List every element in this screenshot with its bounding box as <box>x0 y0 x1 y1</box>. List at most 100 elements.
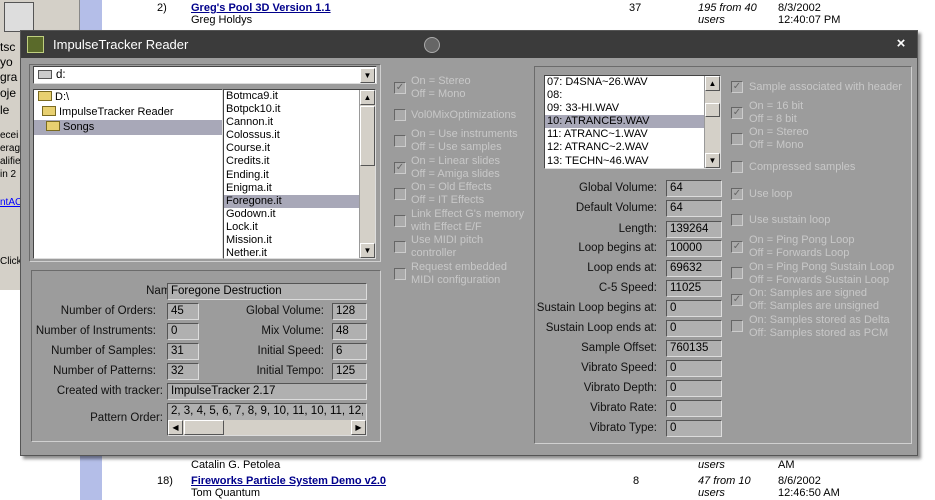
sample-global-volume-value: 64 <box>666 180 722 197</box>
sample-flag-checkbox[interactable] <box>731 320 743 332</box>
sample-flag-checkbox[interactable] <box>731 133 743 145</box>
app-icon <box>27 36 44 53</box>
sample-item[interactable]: 11: ATRANC~1.WAV <box>545 128 720 141</box>
scroll-down-icon[interactable]: ▼ <box>705 153 720 168</box>
row-title-link[interactable]: Fireworks Particle System Demo v2.0 <box>191 475 386 487</box>
file-item[interactable]: Course.it <box>224 142 375 155</box>
song-info-pane: Name: Foregone Destruction Number of Ord… <box>31 270 381 442</box>
row-votes: 195 from 40 <box>698 2 757 14</box>
pattern-order-hscroll[interactable]: ◀ ▶ <box>168 420 366 435</box>
loop-begin-label: Loop begins at: <box>578 242 657 254</box>
scroll-left-icon[interactable]: ◀ <box>168 420 183 435</box>
file-item[interactable]: Nether.it <box>224 247 375 258</box>
sample-item[interactable]: 07: D4SNA~26.WAV <box>545 76 720 89</box>
sample-flag-checkbox[interactable] <box>731 161 743 173</box>
flag-off-label: Off = IT Effects <box>411 194 485 206</box>
file-item[interactable]: Colossus.it <box>224 129 375 142</box>
flag-off-label: Off = Use samples <box>411 141 502 153</box>
sample-flag-checkbox[interactable]: ✓ <box>731 107 743 119</box>
pattern-order-label: Pattern Order: <box>90 412 163 424</box>
file-item[interactable]: Ending.it <box>224 169 375 182</box>
flag-checkbox[interactable] <box>394 215 406 227</box>
flag-checkbox[interactable] <box>394 135 406 147</box>
folder-item-selected[interactable]: Songs <box>34 120 222 135</box>
song-name-value: Foregone Destruction <box>167 283 367 300</box>
sample-flag-off-label: Off = 8 bit <box>749 113 797 125</box>
folder-item[interactable]: ImpulseTracker Reader <box>34 105 222 120</box>
global-volume-label: Global Volume: <box>246 305 324 317</box>
file-item[interactable]: Botmca9.it <box>224 90 375 103</box>
row-time: 12:40:07 PM <box>778 14 841 26</box>
file-item[interactable]: Botpck10.it <box>224 103 375 116</box>
row-time: 12:46:50 AM <box>778 487 840 499</box>
flag-checkbox[interactable]: ✓ <box>394 82 406 94</box>
vibrato-type-label: Vibrato Type: <box>589 422 657 434</box>
scroll-down-icon[interactable]: ▼ <box>360 243 375 258</box>
scroll-thumb[interactable] <box>184 420 224 435</box>
file-item-selected[interactable]: Foregone.it <box>224 194 375 208</box>
flag-checkbox[interactable]: ✓ <box>394 162 406 174</box>
sample-item[interactable]: 08: <box>545 89 720 102</box>
folder-item[interactable]: D:\ <box>34 90 222 105</box>
file-item[interactable]: Lock.it <box>224 221 375 234</box>
sample-item[interactable]: 13: TECHN~46.WAV <box>545 155 720 168</box>
flag-checkbox[interactable] <box>394 109 406 121</box>
loop-begin-value: 10000 <box>666 240 722 257</box>
scroll-thumb[interactable] <box>705 103 720 117</box>
row-author: Greg Holdys <box>191 14 253 26</box>
flag-checkbox[interactable] <box>394 188 406 200</box>
file-item[interactable]: Credits.it <box>224 155 375 168</box>
flag-off-label: controller <box>411 247 457 259</box>
instruments-value: 0 <box>167 323 199 340</box>
flag-on-label: Use MIDI pitch <box>411 234 484 246</box>
flag-on-label: On = Stereo <box>411 75 471 87</box>
pattern-order-box: 2, 3, 4, 5, 6, 7, 8, 9, 10, 11, 10, 11, … <box>167 403 367 436</box>
scroll-up-icon[interactable]: ▲ <box>360 90 375 105</box>
close-button[interactable]: × <box>893 36 909 52</box>
skin-knob-icon[interactable] <box>424 37 440 53</box>
sample-item[interactable]: 09: 33-HI.WAV <box>545 102 720 115</box>
file-list-scrollbar[interactable]: ▲ ▼ <box>359 90 375 258</box>
file-item[interactable]: Cannon.it <box>224 116 375 129</box>
file-item[interactable]: Mission.it <box>224 234 375 247</box>
sample-item-selected[interactable]: 10: ATRANCE9.WAV <box>545 115 720 129</box>
file-list: Botmca9.it Botpck10.it Cannon.it Colossu… <box>223 89 376 259</box>
flag-on-label: Link Effect G's memory <box>411 208 525 220</box>
sample-flag-off-label: Off = Forwards Sustain Loop <box>749 274 890 286</box>
sample-flag-off-label: Off: Samples stored as PCM <box>749 327 889 339</box>
flag-off-label: Off = Mono <box>411 88 466 100</box>
sample-list: 07: D4SNA~26.WAV 08: 09: 33-HI.WAV 10: A… <box>544 75 721 169</box>
chevron-down-icon[interactable]: ▼ <box>360 68 375 83</box>
scroll-right-icon[interactable]: ▶ <box>351 420 366 435</box>
sample-offset-value: 760135 <box>666 340 722 357</box>
file-item[interactable]: Enigma.it <box>224 182 375 195</box>
folder-label: Songs <box>63 121 95 133</box>
length-value: 139264 <box>666 221 722 238</box>
initial-speed-label: Initial Speed: <box>257 345 325 357</box>
sample-flag-checkbox[interactable]: ✓ <box>731 241 743 253</box>
drive-icon <box>38 70 52 79</box>
flag-checkbox[interactable] <box>394 241 406 253</box>
flag-checkbox[interactable] <box>394 268 406 280</box>
scroll-thumb[interactable] <box>360 106 375 166</box>
c5-speed-label: C-5 Speed: <box>598 282 657 294</box>
sample-flag-off-label: Off: Samples are unsigned <box>749 300 880 312</box>
scroll-up-icon[interactable]: ▲ <box>705 76 720 91</box>
sample-flag-checkbox[interactable]: ✓ <box>731 188 743 200</box>
sample-flag-checkbox[interactable]: ✓ <box>731 81 743 93</box>
default-volume-label: Default Volume: <box>575 202 657 214</box>
sample-list-scrollbar[interactable]: ▲ ▼ <box>704 76 720 168</box>
row-title-link[interactable]: Greg's Pool 3D Version 1.1 <box>191 2 331 14</box>
drive-combo[interactable]: d: ▼ <box>33 66 377 84</box>
sample-flag-checkbox[interactable]: ✓ <box>731 294 743 306</box>
sustain-begin-value: 0 <box>666 300 722 317</box>
sample-flag-off-label: Off = Mono <box>749 139 804 151</box>
sample-flag-checkbox[interactable] <box>731 214 743 226</box>
tracker-value: ImpulseTracker 2.17 <box>167 383 367 400</box>
sample-flag-label: Sample associated with header <box>749 81 902 93</box>
sample-item[interactable]: 12: ATRANC~2.WAV <box>545 141 720 154</box>
title-bar[interactable]: ImpulseTracker Reader × <box>21 31 917 58</box>
loop-end-label: Loop ends at: <box>587 262 657 274</box>
file-item[interactable]: Godown.it <box>224 208 375 221</box>
sample-flag-checkbox[interactable] <box>731 267 743 279</box>
